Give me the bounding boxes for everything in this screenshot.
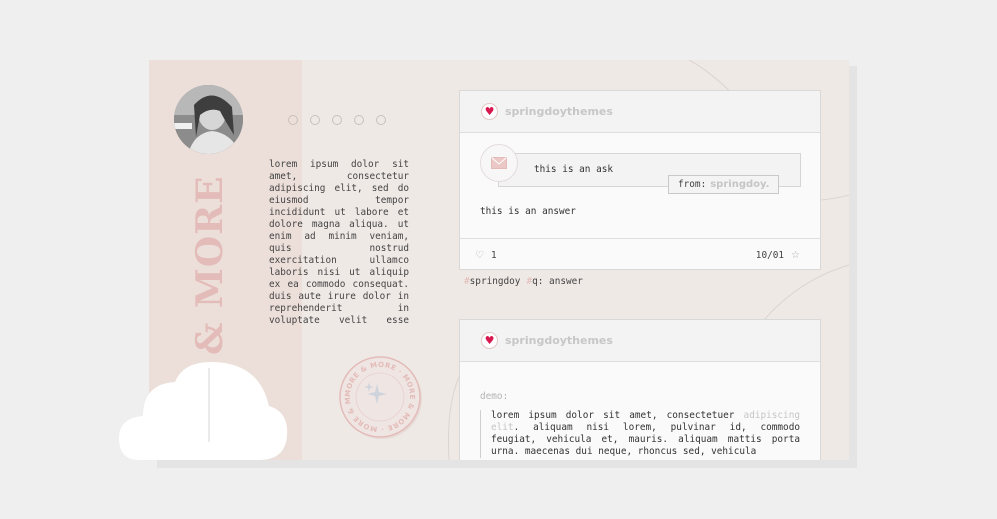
ask-section: this is an ask from: springdoy. xyxy=(460,133,820,195)
tag-link[interactable]: q: answer xyxy=(526,276,583,287)
stamp-badge: MORE & MORE · MORE & MORE · MORE & MORE … xyxy=(337,354,422,439)
post-tags: springdoy q: answer xyxy=(464,276,583,287)
tag-link[interactable]: springdoy xyxy=(464,276,521,287)
cloud-decoration xyxy=(119,362,288,460)
dot-3[interactable] xyxy=(332,115,342,125)
blockquote: lorem ipsum dolor sit amet, consectetuer… xyxy=(480,410,800,458)
blog-name-link[interactable]: springdoythemes xyxy=(505,105,613,118)
dot-5[interactable] xyxy=(376,115,386,125)
post-header: ♥ springdoythemes xyxy=(460,320,820,362)
heart-icon: ♥ xyxy=(484,105,495,118)
post-ask: ♥ springdoythemes this is an ask from: s… xyxy=(459,90,821,270)
quote-text: lorem ipsum dolor sit amet, consectetuer xyxy=(491,410,744,421)
post-footer: ♡ 1 10/01 ☆ xyxy=(460,238,820,271)
like-count: 1 xyxy=(490,249,497,261)
bio-text: lorem ipsum dolor sit amet, consectetur … xyxy=(269,159,409,326)
asker-name-link[interactable]: springdoy. xyxy=(710,179,769,190)
quote-text: . aliquam nisi lorem, pulvinar id, commo… xyxy=(491,422,800,457)
from-label: from: xyxy=(678,179,707,190)
dot-4[interactable] xyxy=(354,115,364,125)
blog-avatar[interactable]: ♥ xyxy=(481,332,498,349)
demo-label: demo: xyxy=(480,391,509,402)
blog-name-link[interactable]: springdoythemes xyxy=(505,334,613,347)
star-icon[interactable]: ☆ xyxy=(791,250,800,261)
ask-text: this is an ask xyxy=(534,164,614,175)
post-date[interactable]: 10/01 xyxy=(756,250,784,261)
sidebar-title: & MORE xyxy=(189,175,231,355)
dot-1[interactable] xyxy=(288,115,298,125)
asker-avatar xyxy=(480,144,518,182)
ask-from-tag: from: springdoy. xyxy=(668,175,780,194)
heart-icon: ♥ xyxy=(484,334,495,347)
heart-outline-icon[interactable]: ♡ xyxy=(475,250,484,261)
pagination-dots xyxy=(288,115,386,125)
post-text: ♥ springdoythemes demo: lorem ipsum dolo… xyxy=(459,319,821,460)
post-header: ♥ springdoythemes xyxy=(460,91,820,133)
mail-icon xyxy=(491,157,507,169)
answer-text: this is an answer xyxy=(480,206,576,217)
blog-avatar[interactable]: ♥ xyxy=(481,103,498,120)
dot-2[interactable] xyxy=(310,115,320,125)
